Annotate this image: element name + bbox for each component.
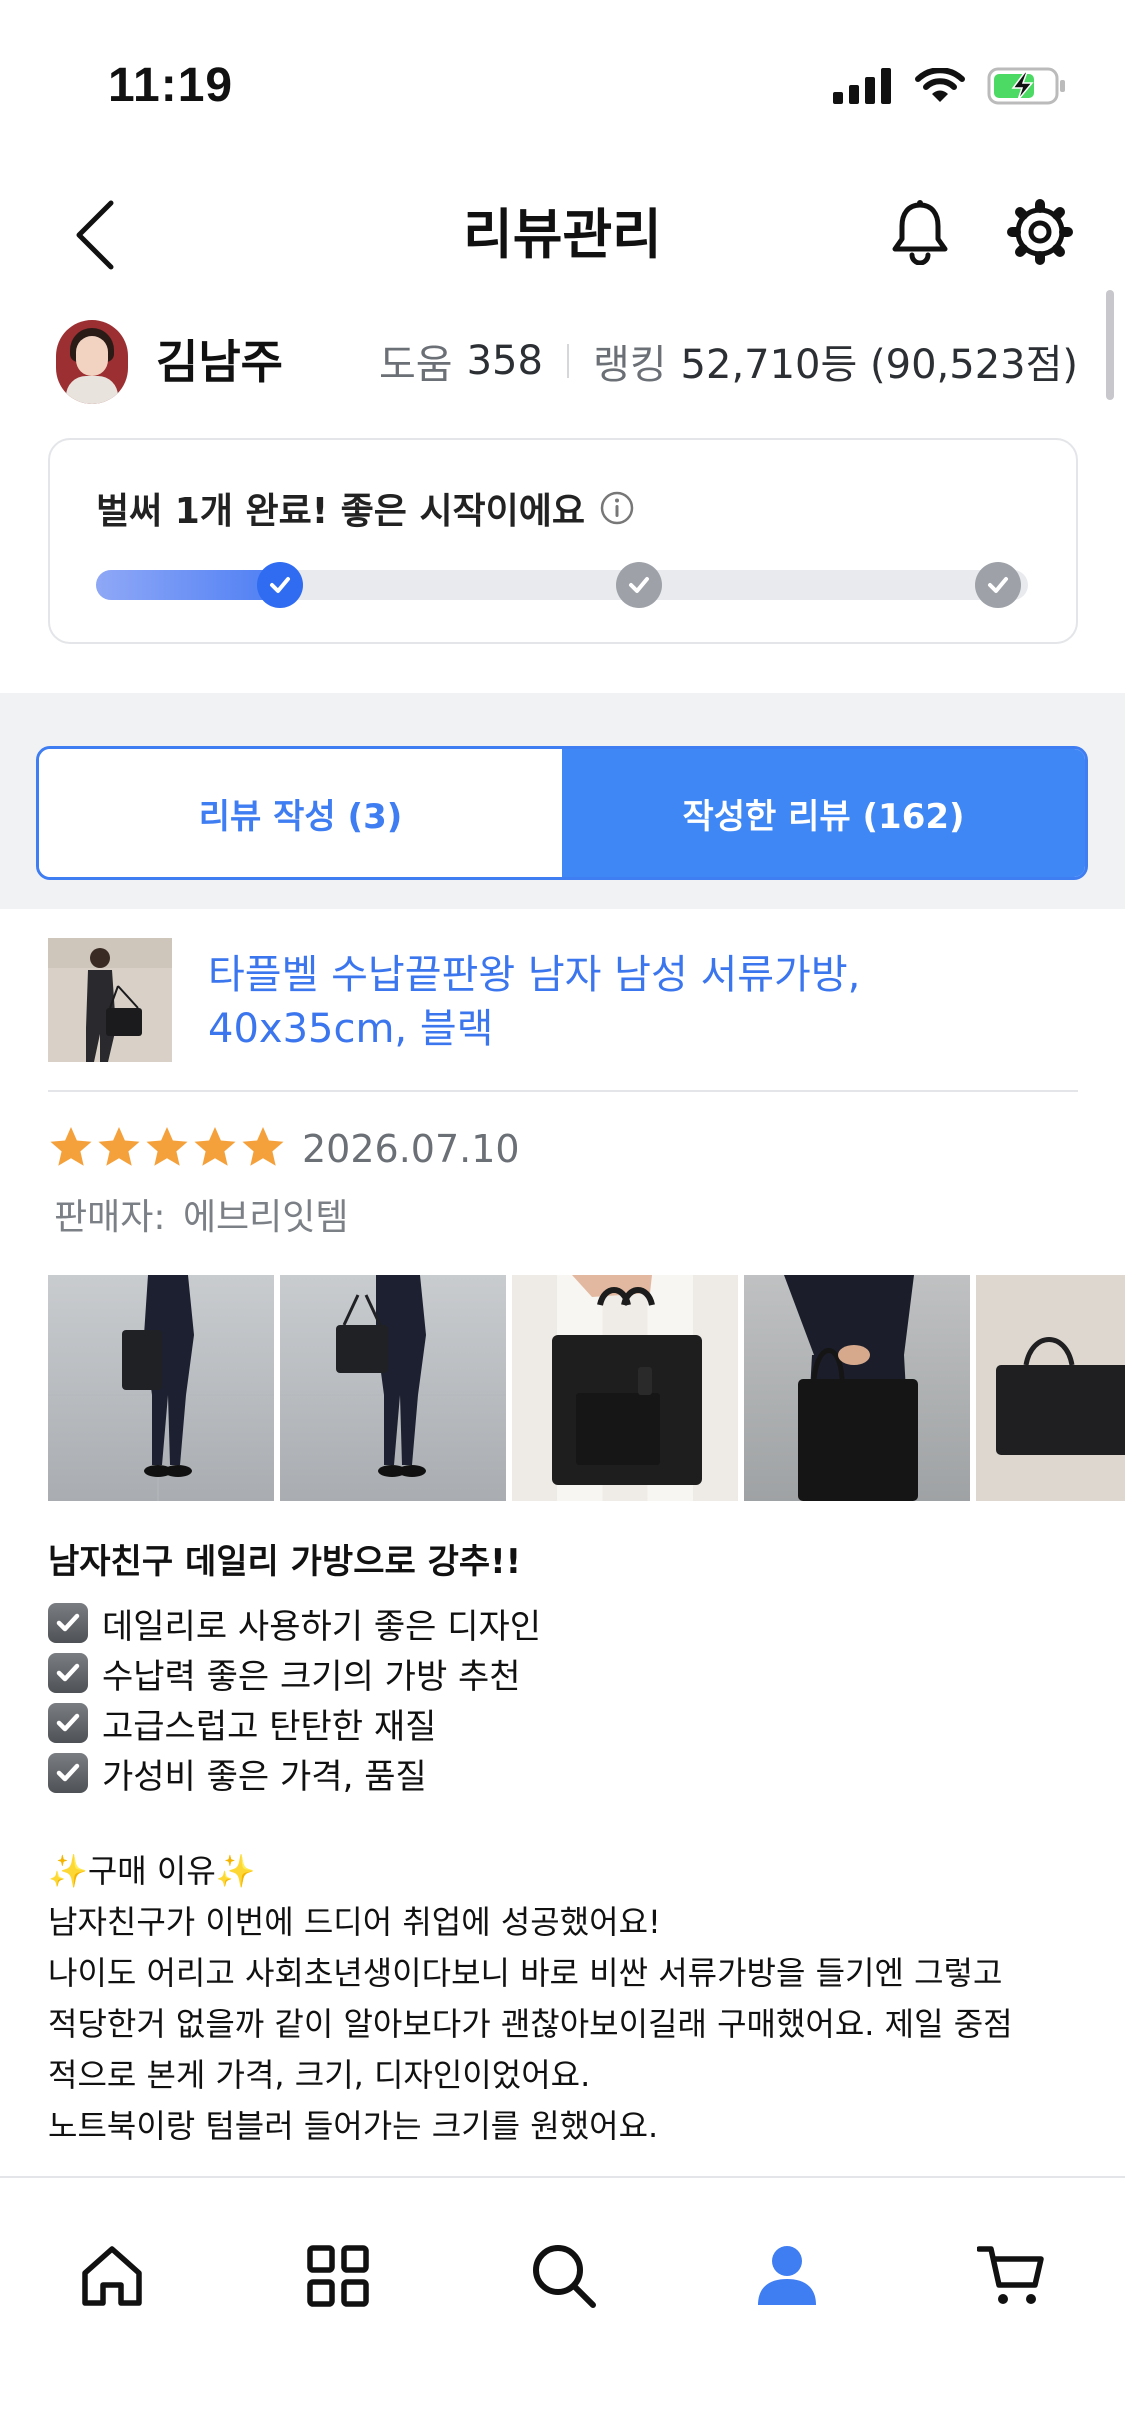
gear-icon bbox=[1007, 199, 1073, 265]
profile-icon bbox=[758, 2246, 816, 2305]
checkbox-icon bbox=[48, 1753, 88, 1793]
seller-name: 에브리잇템 bbox=[182, 1197, 349, 1238]
review-tabs: 리뷰 작성 (3) 작성한 리뷰 (162) bbox=[36, 746, 1088, 880]
checkmark-icon bbox=[629, 577, 649, 593]
progress-step-3 bbox=[975, 562, 1021, 608]
checkmark-icon bbox=[270, 577, 290, 593]
review-body-line: 적으로 본게 가격, 크기, 디자인이었어요. bbox=[48, 2056, 591, 2094]
battery-charging-icon bbox=[987, 67, 1065, 105]
profile-summary: 김남주 도움 358 랭킹 52,710등 (90,523점) bbox=[48, 318, 1078, 404]
product-name-link[interactable]: 타플벨 수납끝판왕 남자 남성 서류가방, 40x35cm, 블랙 bbox=[208, 948, 1008, 1056]
help-label: 도움 bbox=[378, 342, 453, 388]
info-icon[interactable] bbox=[599, 490, 635, 526]
nav-categories[interactable] bbox=[288, 2226, 388, 2326]
user-name: 김남주 bbox=[156, 335, 283, 389]
cellular-signal-icon bbox=[833, 68, 891, 104]
status-time: 11:19 bbox=[108, 59, 234, 112]
seller-info: 판매자: 에브리잇템 bbox=[48, 1188, 349, 1240]
review-progress-card: 벌써 1개 완료! 좋은 시작이에요 bbox=[48, 438, 1078, 644]
progress-track bbox=[96, 562, 1028, 608]
cart-icon bbox=[977, 2246, 1044, 2304]
progress-step-1 bbox=[257, 562, 303, 608]
star-icon bbox=[96, 1124, 142, 1174]
checkbox-icon bbox=[48, 1603, 88, 1643]
checklist-item: 고급스럽고 탄탄한 재질 bbox=[48, 1698, 541, 1748]
divider bbox=[48, 1090, 1078, 1092]
rank-label: 랭킹 bbox=[592, 342, 667, 388]
checklist-text: 수납력 좋은 크기의 가방 추천 bbox=[102, 1656, 521, 1697]
review-body: ✨구매 이유✨ 남자친구가 이번에 드디어 취업에 성공했어요! 나이도 어리고 사… bbox=[48, 1846, 1088, 2152]
review-photo[interactable] bbox=[280, 1275, 506, 1501]
checkbox-icon bbox=[48, 1703, 88, 1743]
tab-written-reviews[interactable]: 작성한 리뷰 (162) bbox=[562, 749, 1085, 877]
tab-write-review[interactable]: 리뷰 작성 (3) bbox=[39, 749, 562, 877]
category-grid-icon bbox=[307, 2245, 369, 2307]
seller-label: 판매자: bbox=[54, 1197, 177, 1238]
review-checklist: 데일리로 사용하기 좋은 디자인수납력 좋은 크기의 가방 추천고급스럽고 탄탄… bbox=[48, 1598, 541, 1798]
notifications-button[interactable] bbox=[870, 182, 970, 282]
star-icon bbox=[192, 1124, 238, 1174]
review-photo[interactable] bbox=[512, 1275, 738, 1501]
settings-button[interactable] bbox=[990, 182, 1090, 282]
review-body-line: 적당한거 없을까 같이 알아보다가 괜찮아보이길래 구매했어요. 제일 중점 bbox=[48, 2005, 1013, 2043]
status-icons bbox=[833, 66, 1067, 106]
help-count: 358 bbox=[466, 338, 543, 384]
nav-search[interactable] bbox=[514, 2226, 614, 2326]
bell-icon bbox=[892, 200, 948, 265]
checklist-item: 수납력 좋은 크기의 가방 추천 bbox=[48, 1648, 541, 1698]
review-photo[interactable] bbox=[744, 1275, 970, 1501]
stats-divider bbox=[566, 344, 569, 378]
home-icon bbox=[82, 2246, 142, 2306]
review-photo-strip bbox=[48, 1275, 1125, 1501]
review-body-line: 노트북이랑 텀블러 들어가는 크기를 원했어요. bbox=[48, 2107, 659, 2145]
checklist-text: 고급스럽고 탄탄한 재질 bbox=[102, 1706, 437, 1747]
progress-message: 벌써 1개 완료! 좋은 시작이에요 bbox=[96, 491, 586, 532]
rank-value: 52,710등 (90,523점) bbox=[680, 342, 1078, 388]
nav-my-page[interactable] bbox=[737, 2226, 837, 2326]
top-navigation-bar: 리뷰관리 bbox=[0, 170, 1125, 300]
progress-step-2 bbox=[616, 562, 662, 608]
rating-row: 2026.07.10 bbox=[48, 1124, 520, 1174]
review-photo[interactable] bbox=[48, 1275, 274, 1501]
bottom-navigation-bar bbox=[0, 2176, 1125, 2436]
review-date: 2026.07.10 bbox=[302, 1127, 520, 1171]
review-title: 남자친구 데일리 가방으로 강추!! bbox=[48, 1542, 522, 1582]
star-icon bbox=[48, 1124, 94, 1174]
avatar[interactable] bbox=[56, 320, 128, 404]
progress-message-row: 벌써 1개 완료! 좋은 시작이에요 bbox=[96, 482, 635, 534]
wifi-icon bbox=[915, 68, 965, 102]
product-thumbnail[interactable] bbox=[48, 938, 172, 1062]
scrollbar[interactable] bbox=[1106, 290, 1114, 400]
purchase-reason-heading: ✨구매 이유✨ bbox=[48, 1852, 256, 1890]
checklist-item: 데일리로 사용하기 좋은 디자인 bbox=[48, 1598, 541, 1648]
star-rating bbox=[48, 1124, 286, 1174]
profile-stats: 도움 358 랭킹 52,710등 (90,523점) bbox=[379, 332, 1078, 390]
review-body-line: 나이도 어리고 사회초년생이다보니 바로 비싼 서류가방을 들기엔 그렇고 bbox=[48, 1954, 1003, 1992]
nav-cart[interactable] bbox=[962, 2226, 1062, 2326]
star-icon bbox=[240, 1124, 286, 1174]
review-photo[interactable] bbox=[976, 1275, 1125, 1501]
status-bar: 11:19 bbox=[0, 0, 1125, 170]
checklist-text: 데일리로 사용하기 좋은 디자인 bbox=[102, 1606, 542, 1647]
checklist-item: 가성비 좋은 가격, 품질 bbox=[48, 1748, 541, 1798]
reviewed-product[interactable]: 타플벨 수납끝판왕 남자 남성 서류가방, 40x35cm, 블랙 bbox=[48, 938, 1078, 1090]
checkbox-icon bbox=[48, 1653, 88, 1693]
checkmark-icon bbox=[988, 577, 1008, 593]
review-body-line: 남자친구가 이번에 드디어 취업에 성공했어요! bbox=[48, 1903, 661, 1941]
star-icon bbox=[144, 1124, 190, 1174]
nav-home[interactable] bbox=[62, 2226, 162, 2326]
search-icon bbox=[533, 2245, 596, 2308]
checklist-text: 가성비 좋은 가격, 품질 bbox=[102, 1756, 427, 1797]
